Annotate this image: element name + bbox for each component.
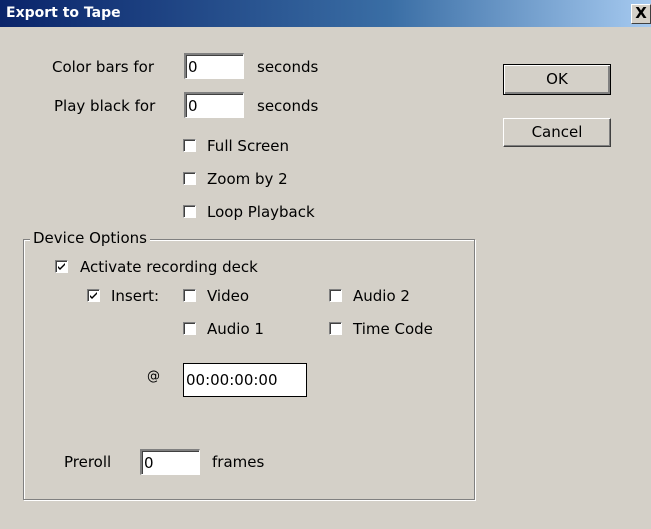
export-to-tape-dialog: Export to Tape X Color bars for seconds … (0, 0, 651, 529)
audio1-checkbox[interactable] (183, 322, 196, 335)
color-bars-unit: seconds (257, 58, 319, 76)
checkmark-icon (90, 292, 97, 299)
full-screen-label[interactable]: Full Screen (207, 137, 289, 155)
activate-deck-checkbox[interactable] (55, 260, 68, 273)
play-black-input[interactable] (184, 92, 244, 118)
loop-playback-label[interactable]: Loop Playback (207, 203, 315, 221)
window-title: Export to Tape (6, 5, 121, 21)
device-options-legend: Device Options (30, 229, 150, 247)
color-bars-label: Color bars for (52, 58, 155, 76)
at-symbol: @ (147, 369, 160, 384)
zoom-by-2-checkbox[interactable] (183, 172, 196, 185)
play-black-label: Play black for (54, 97, 156, 115)
audio2-checkbox[interactable] (329, 289, 342, 302)
cancel-button[interactable]: Cancel (503, 118, 611, 147)
zoom-by-2-label[interactable]: Zoom by 2 (207, 170, 288, 188)
preroll-label: Preroll (64, 453, 112, 471)
ok-button[interactable]: OK (503, 64, 611, 95)
insert-label[interactable]: Insert: (111, 287, 159, 305)
time-code-checkbox[interactable] (329, 322, 342, 335)
close-icon: X (635, 4, 647, 22)
video-label[interactable]: Video (207, 287, 249, 305)
audio2-label[interactable]: Audio 2 (353, 287, 410, 305)
title-bar[interactable]: Export to Tape X (0, 0, 651, 27)
color-bars-input[interactable] (184, 53, 244, 79)
preroll-unit: frames (212, 453, 265, 471)
preroll-input[interactable] (140, 449, 200, 475)
video-checkbox[interactable] (183, 289, 196, 302)
checkmark-icon (58, 263, 65, 270)
activate-deck-label[interactable]: Activate recording deck (80, 258, 258, 276)
insert-checkbox[interactable] (87, 289, 100, 302)
close-button[interactable]: X (631, 4, 651, 24)
play-black-unit: seconds (257, 97, 319, 115)
time-code-label[interactable]: Time Code (353, 320, 433, 338)
timecode-input[interactable] (183, 363, 307, 397)
loop-playback-checkbox[interactable] (183, 205, 196, 218)
full-screen-checkbox[interactable] (183, 139, 196, 152)
audio1-label[interactable]: Audio 1 (207, 320, 264, 338)
